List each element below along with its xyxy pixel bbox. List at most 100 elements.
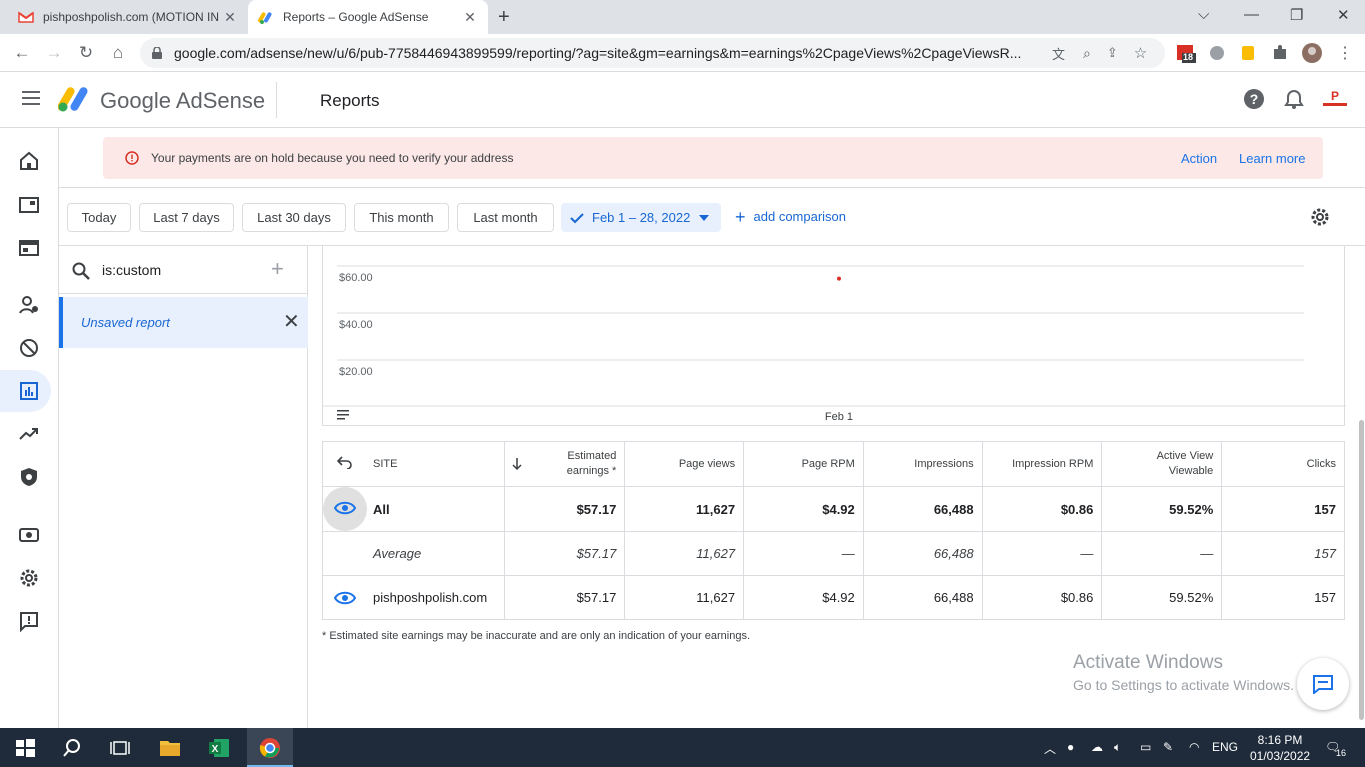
clock-time: 8:16 PM [1257, 733, 1303, 747]
chevron-down-icon[interactable]: ⌵ [1198, 6, 1209, 23]
share-icon[interactable]: ⇪ [1107, 45, 1118, 61]
saved-report-item[interactable]: Unsaved report ✕ [59, 297, 308, 348]
chart-legend-menu-icon[interactable] [337, 410, 349, 420]
filter-today-button[interactable]: Today [67, 203, 131, 232]
cell: 157 [1221, 486, 1345, 532]
col-estimated-earnings[interactable]: Estimated earnings * [504, 441, 625, 487]
new-tab-icon[interactable]: + [498, 6, 510, 29]
omnibox[interactable]: google.com/adsense/new/u/6/pub-775844694… [140, 38, 1165, 68]
cell: 11,627 [624, 486, 744, 532]
minimize-icon[interactable]: — [1244, 6, 1259, 23]
header-divider [276, 82, 277, 118]
table-header-row: SITE Estimated earnings * Page views Pag… [322, 441, 1345, 487]
alert-learn-more-link[interactable]: Learn more [1239, 151, 1305, 166]
col-page-rpm[interactable]: Page RPM [743, 441, 864, 487]
puzzle-icon[interactable] [1270, 43, 1290, 63]
cell: 157 [1221, 575, 1345, 620]
extension-icon[interactable] [1207, 43, 1227, 63]
cell: 11,627 [624, 575, 744, 620]
extension-icon[interactable] [1238, 43, 1258, 63]
col-page-views[interactable]: Page views [624, 441, 744, 487]
close-tab-icon[interactable]: ✕ [222, 9, 238, 26]
filter-this-month-button[interactable]: This month [354, 203, 449, 232]
col-active-view[interactable]: Active View Viewable [1101, 441, 1222, 487]
search-query[interactable]: is:custom [102, 262, 161, 278]
file-explorer-icon[interactable] [159, 737, 181, 759]
gmail-icon [18, 11, 34, 23]
data-point[interactable] [837, 276, 841, 281]
search-icon[interactable] [61, 737, 83, 759]
account-avatar[interactable]: P [1321, 88, 1349, 110]
close-window-icon[interactable]: ✕ [1337, 6, 1350, 24]
zoom-tray-icon[interactable]: ● [1067, 740, 1074, 754]
visibility-toggle[interactable] [322, 575, 367, 620]
policy-center-icon[interactable] [18, 466, 40, 488]
privacy-messaging-icon[interactable] [18, 294, 40, 316]
reports-icon[interactable] [18, 380, 40, 402]
close-icon[interactable]: ✕ [283, 309, 300, 334]
date-range-dropdown[interactable]: Feb 1 – 28, 2022 [561, 203, 721, 232]
filter-last-7-days-button[interactable]: Last 7 days [139, 203, 234, 232]
home-icon[interactable]: ⌂ [106, 41, 130, 65]
onedrive-cloud-icon[interactable]: ☁ [1091, 740, 1103, 754]
visibility-toggle[interactable] [322, 486, 367, 532]
table-row: pishposhpolish.com $57.17 11,627 $4.92 6… [322, 575, 1345, 620]
col-site[interactable]: SITE [367, 441, 505, 487]
calendar-extension-icon[interactable]: 18 [1176, 43, 1196, 63]
feedback-icon[interactable] [18, 610, 40, 632]
clock[interactable]: 8:16 PM 01/03/2022 [1250, 732, 1310, 764]
ads-icon[interactable] [18, 237, 40, 259]
pen-icon[interactable]: ✎ [1163, 740, 1173, 754]
col-clicks[interactable]: Clicks [1221, 441, 1345, 487]
browser-tab-adsense[interactable]: Reports – Google AdSense ✕ [248, 0, 488, 34]
zoom-icon[interactable]: ⌕ [1083, 45, 1091, 62]
row-label: Average [367, 531, 505, 576]
windows-start-icon[interactable] [14, 737, 36, 759]
scrollbar[interactable] [1359, 420, 1364, 720]
activate-windows-watermark: Activate Windows Go to Settings to activ… [1073, 652, 1294, 693]
notifications-bell-icon[interactable] [1283, 88, 1305, 110]
wifi-icon[interactable]: ◠ [1189, 740, 1199, 754]
home-icon[interactable] [18, 150, 40, 172]
task-view-icon[interactable] [109, 737, 131, 759]
y-tick-label: $20.00 [339, 366, 373, 378]
chrome-icon[interactable] [259, 737, 281, 759]
more-menu-icon[interactable]: ⋮ [1337, 43, 1357, 63]
col-impressions[interactable]: Impressions [862, 441, 983, 487]
help-icon[interactable]: ? [1243, 88, 1265, 110]
report-search[interactable]: is:custom + [59, 246, 308, 294]
feedback-chat-button[interactable] [1297, 658, 1349, 710]
translate-icon[interactable]: ⽂ [1052, 44, 1065, 63]
undo-icon[interactable] [322, 441, 367, 487]
filter-last-30-days-button[interactable]: Last 30 days [242, 203, 346, 232]
restore-icon[interactable]: ❐ [1290, 6, 1303, 24]
add-comparison-button[interactable]: + add comparison [735, 208, 846, 226]
browser-tab-gmail[interactable]: pishposhpolish.com (MOTION IN ✕ [8, 0, 248, 34]
reload-icon[interactable]: ↻ [74, 41, 98, 65]
volume-icon[interactable]: 🔈︎ [1114, 740, 1121, 755]
language-indicator[interactable]: ENG [1212, 740, 1238, 754]
close-tab-icon[interactable]: ✕ [462, 9, 478, 26]
add-filter-icon[interactable]: + [271, 256, 284, 282]
cell: $0.86 [981, 486, 1102, 532]
battery-icon[interactable]: ▭ [1140, 740, 1151, 754]
chevron-up-icon[interactable]: ︿ [1044, 740, 1056, 757]
back-icon[interactable]: ← [10, 41, 34, 65]
optimization-trending-icon[interactable] [18, 423, 40, 445]
col-impression-rpm[interactable]: Impression RPM [981, 441, 1102, 487]
search-icon [72, 262, 90, 280]
settings-gear-icon[interactable] [18, 567, 40, 589]
filter-last-month-button[interactable]: Last month [457, 203, 554, 232]
report-settings-gear-icon[interactable] [1309, 206, 1331, 228]
excel-icon[interactable]: X [208, 737, 230, 759]
sites-icon[interactable] [18, 194, 40, 216]
adsense-logo-icon [58, 87, 88, 112]
hamburger-menu-icon[interactable] [22, 91, 40, 105]
blocking-controls-icon[interactable] [18, 337, 40, 359]
forward-icon[interactable]: → [42, 41, 66, 65]
profile-avatar[interactable] [1302, 43, 1322, 63]
alert-action-link[interactable]: Action [1181, 151, 1217, 166]
bookmark-star-icon[interactable]: ☆ [1134, 44, 1147, 62]
payments-icon[interactable] [18, 524, 40, 546]
cell: $57.17 [504, 575, 625, 620]
